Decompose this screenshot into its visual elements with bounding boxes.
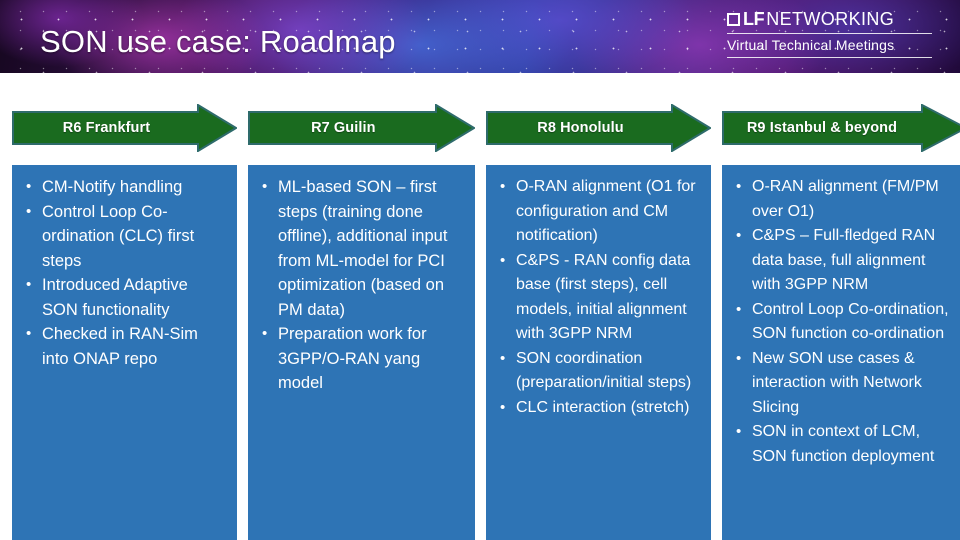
content-panel-r8: O-RAN alignment (O1 for configuration an… (486, 165, 711, 540)
list-item: Control Loop Co-ordination, SON function… (736, 298, 950, 347)
list-item: Introduced Adaptive SON functionality (26, 273, 227, 322)
arrow-shape: R7 Guilin (248, 104, 475, 152)
logo-brand-bold: LF (743, 8, 765, 29)
page-title: SON use case: Roadmap (40, 24, 396, 59)
list-item: New SON use cases & interaction with Net… (736, 347, 950, 421)
bullet-list: CM-Notify handling Control Loop Co-ordin… (18, 175, 231, 371)
list-item: C&PS – Full-fledged RAN data base, full … (736, 224, 950, 298)
roadmap-arrow-r6: R6 Frankfurt (12, 104, 237, 152)
lf-square-icon (727, 12, 740, 26)
roadmap-arrow-r9: R9 Istanbul & beyond (722, 104, 960, 152)
list-item: Checked in RAN-Sim into ONAP repo (26, 322, 227, 371)
logo-wordmark: LF NETWORKING (727, 8, 932, 30)
roadmap-arrow-r8: R8 Honolulu (486, 104, 711, 152)
arrow-shape: R6 Frankfurt (12, 104, 237, 152)
arrow-label: R8 Honolulu (537, 120, 624, 136)
arrow-label: R6 Frankfurt (62, 120, 151, 136)
arrow-shape: R8 Honolulu (486, 104, 711, 152)
list-item: SON in context of LCM, SON function depl… (736, 420, 950, 469)
logo-subtitle: Virtual Technical Meetings (727, 37, 895, 53)
content-panel-r7: ML-based SON – first steps (training don… (248, 165, 475, 540)
list-item: Preparation work for 3GPP/O-RAN yang mod… (262, 322, 465, 396)
roadmap-arrow-r7: R7 Guilin (248, 104, 475, 152)
logo-brand-rest: NETWORKING (766, 8, 895, 29)
arrow-shape: R9 Istanbul & beyond (722, 104, 960, 152)
list-item: O-RAN alignment (O1 for configuration an… (500, 175, 701, 249)
list-item: ML-based SON – first steps (training don… (262, 175, 465, 322)
logo-divider-bottom (727, 57, 932, 58)
list-item: C&PS - RAN config data base (first steps… (500, 249, 701, 347)
arrow-label: R7 Guilin (311, 120, 376, 136)
arrow-label: R9 Istanbul & beyond (746, 120, 898, 136)
list-item: CLC interaction (stretch) (500, 396, 701, 421)
bullet-list: ML-based SON – first steps (training don… (254, 175, 469, 396)
list-item: SON coordination (preparation/initial st… (500, 347, 701, 396)
bullet-list: O-RAN alignment (O1 for configuration an… (492, 175, 705, 420)
list-item: CM-Notify handling (26, 175, 227, 200)
list-item: Control Loop Co-ordination (CLC) first s… (26, 200, 227, 274)
slide-header-banner: SON use case: Roadmap LF NETWORKING Virt… (0, 0, 960, 73)
content-panel-r6: CM-Notify handling Control Loop Co-ordin… (12, 165, 237, 540)
content-panel-r9: O-RAN alignment (FM/PM over O1) C&PS – F… (722, 165, 960, 540)
lf-networking-logo: LF NETWORKING Virtual Technical Meetings (727, 8, 932, 58)
bullet-list: O-RAN alignment (FM/PM over O1) C&PS – F… (728, 175, 954, 469)
logo-divider-top (727, 33, 932, 34)
list-item: O-RAN alignment (FM/PM over O1) (736, 175, 950, 224)
